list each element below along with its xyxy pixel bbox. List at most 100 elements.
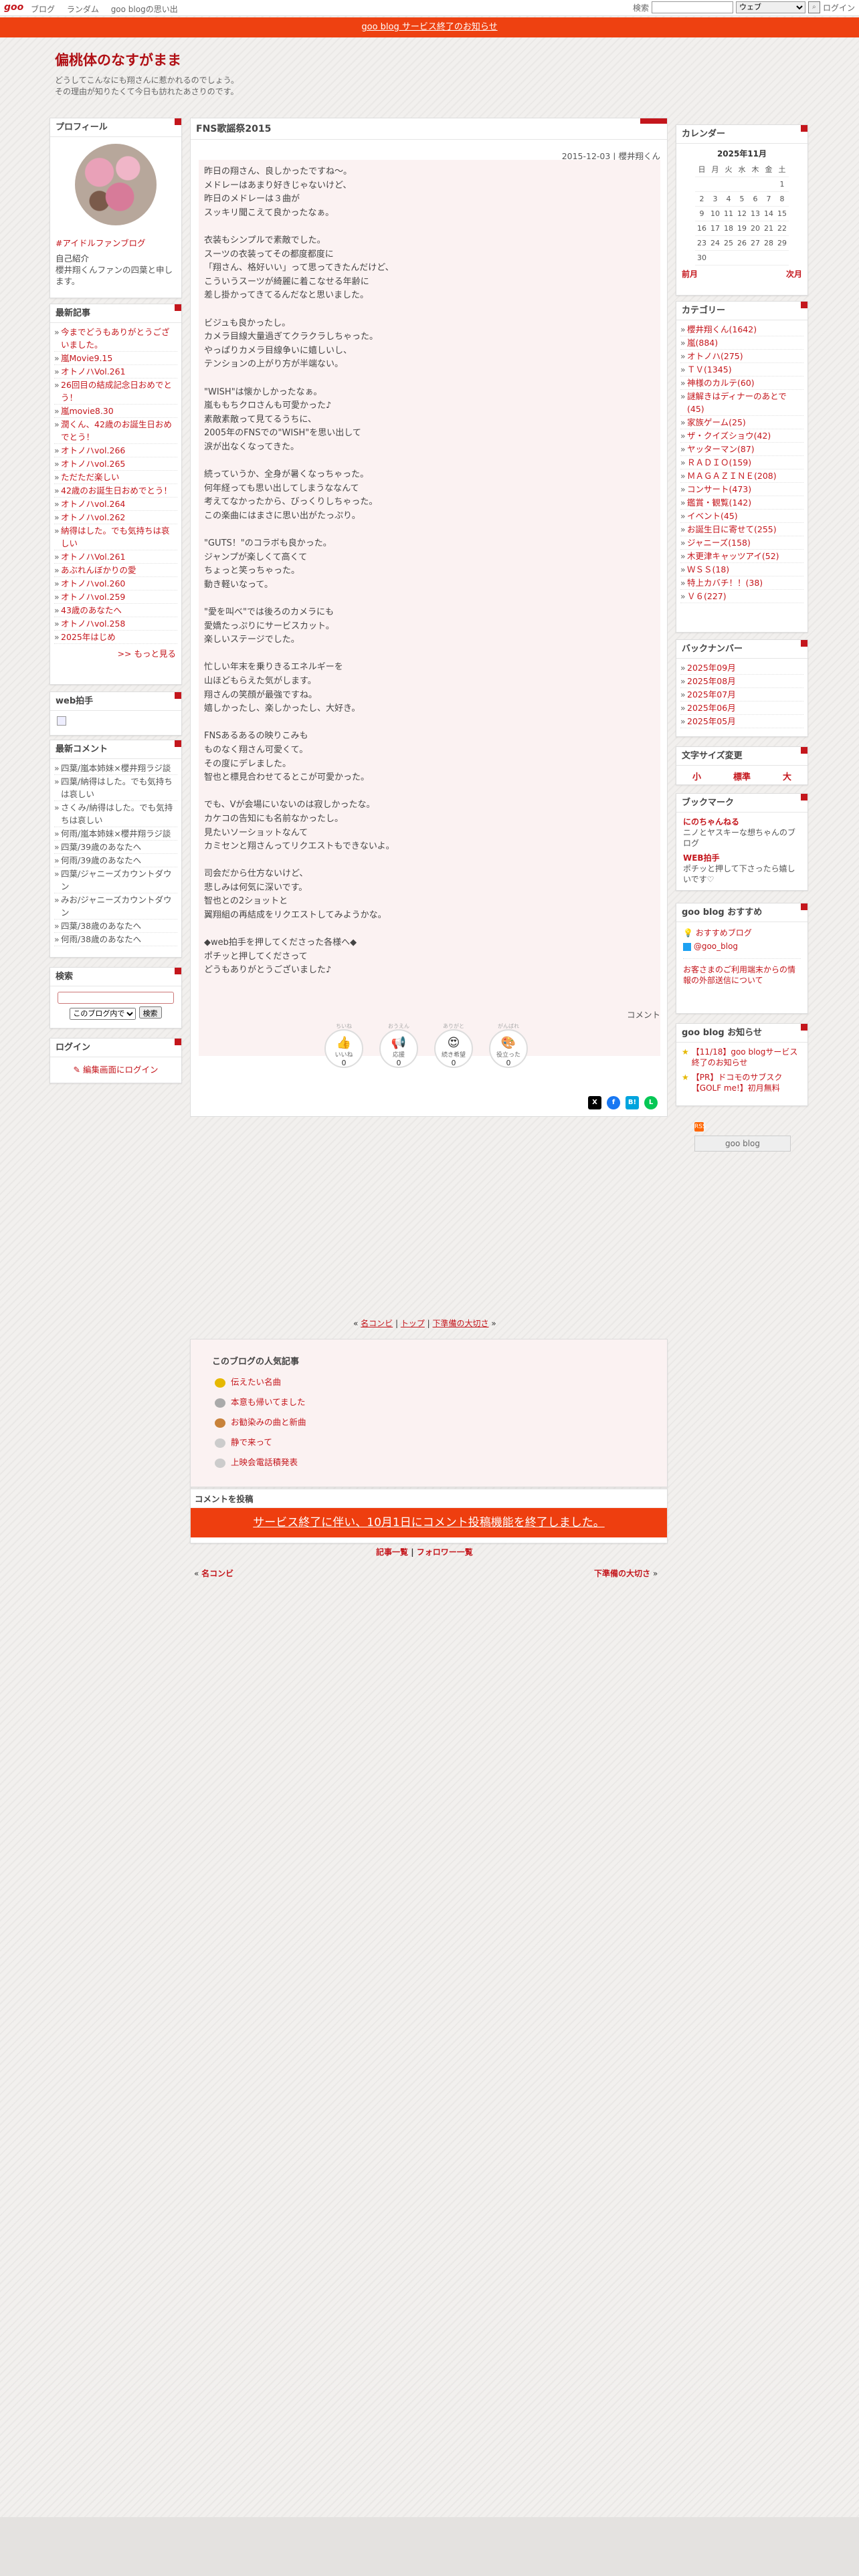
category-item[interactable]: お誕生日に寄せて(255) <box>680 523 803 536</box>
category-item[interactable]: ザ・クイズショウ(42) <box>680 429 803 443</box>
popular-post-item[interactable]: 伝えたい名曲 <box>215 1372 667 1392</box>
popular-post-link[interactable]: お勧染みの曲と新曲 <box>231 1417 306 1427</box>
reaction-button[interactable]: おうえん 📢 応援 0 <box>379 1023 418 1068</box>
prev-article-link[interactable]: 名コンビ <box>361 1319 393 1328</box>
category-item[interactable]: コンサート(473) <box>680 483 803 496</box>
recent-post-item[interactable]: 43歳のあなたへ <box>54 604 177 617</box>
font-size-small[interactable]: 小 <box>692 770 701 782</box>
webclap-image[interactable] <box>57 716 66 726</box>
follower-list-link[interactable]: フォロワー一覧 <box>417 1547 473 1557</box>
calendar-prev-month[interactable]: 前月 <box>682 268 698 280</box>
recent-post-item[interactable]: オトノハvol.264 <box>54 498 177 511</box>
blog-search-button[interactable]: 検索 <box>138 1006 162 1018</box>
blog-search-scope[interactable]: このブログ内で <box>70 1008 136 1020</box>
category-item[interactable]: 櫻井翔くん(1642) <box>680 323 803 336</box>
goo-blog-badge[interactable]: goo blog <box>694 1136 791 1152</box>
comment-item[interactable]: 四葉/納得はした。でも気持ちは哀しい <box>54 775 177 801</box>
reaction-button[interactable]: ちいね 👍 いいね 0 <box>324 1023 363 1068</box>
x-share-icon[interactable]: X <box>588 1096 601 1109</box>
recent-post-item[interactable]: オトノハvol.265 <box>54 457 177 471</box>
hatena-share-icon[interactable]: B! <box>626 1096 639 1109</box>
popular-post-link[interactable]: 伝えたい名曲 <box>231 1377 281 1387</box>
article-title[interactable]: FNS歌謡祭2015 <box>191 118 667 140</box>
backnumber-item[interactable]: 2025年08月 <box>680 675 803 688</box>
nav-random[interactable]: ランダム <box>67 5 99 14</box>
nav-blog[interactable]: ブログ <box>31 5 55 14</box>
recent-post-item[interactable]: 42歳のお誕生日おめでとう！ <box>54 484 177 498</box>
popular-post-link[interactable]: 静で来って <box>231 1437 272 1447</box>
backnumber-item[interactable]: 2025年09月 <box>680 661 803 675</box>
service-end-banner[interactable]: goo blog サービス終了のお知らせ <box>0 17 859 37</box>
category-item[interactable]: オトノハ(275) <box>680 350 803 363</box>
recent-post-item[interactable]: オトノハvol.260 <box>54 577 177 591</box>
category-item[interactable]: 鑑賞・観覧(142) <box>680 496 803 510</box>
comment-item[interactable]: 四葉/38歳のあなたへ <box>54 920 177 933</box>
reaction-button[interactable]: がんばれ 🎨 役立った 0 <box>489 1023 528 1068</box>
category-item[interactable]: ヤッターマン(87) <box>680 443 803 456</box>
comment-item[interactable]: 四葉/39歳のあなたへ <box>54 841 177 854</box>
category-item[interactable]: イベント(45) <box>680 510 803 523</box>
recent-post-item[interactable]: ただただ楽しい <box>54 471 177 484</box>
rss-icon[interactable]: RSS <box>694 1122 706 1132</box>
recent-post-item[interactable]: 嵐movie8.30 <box>54 405 177 418</box>
search-icon[interactable]: ⌕ <box>807 1 820 13</box>
popular-post-item[interactable]: 上映会電話積発表 <box>215 1453 667 1473</box>
recent-post-item[interactable]: あぶれんぼかりの愛 <box>54 564 177 577</box>
popular-post-item[interactable]: 静で来って <box>215 1432 667 1453</box>
recent-post-item[interactable]: オトノハvol.258 <box>54 617 177 631</box>
more-link[interactable]: >> もっと見る <box>50 647 181 659</box>
comment-item[interactable]: 何雨/嵐本姉妹×櫻井翔ラジ談 <box>54 827 177 841</box>
recent-post-item[interactable]: 2025年はじめ <box>54 631 177 644</box>
category-item[interactable]: 木更津キャッツアイ(52) <box>680 550 803 563</box>
category-item[interactable]: 家族ゲーム(25) <box>680 416 803 429</box>
category-item[interactable]: 嵐(884) <box>680 336 803 350</box>
backnumber-item[interactable]: 2025年05月 <box>680 715 803 728</box>
editor-login-link[interactable]: 編集画面にログイン <box>83 1065 159 1075</box>
font-size-normal[interactable]: 標準 <box>733 770 751 782</box>
reaction-button[interactable]: ありがと 😍 続き希望 0 <box>434 1023 473 1068</box>
category-item[interactable]: ＭＡＧＡＺＩＮＥ(208) <box>680 469 803 483</box>
popular-post-link[interactable]: 本意も帰いてました <box>231 1397 306 1407</box>
backnumber-item[interactable]: 2025年06月 <box>680 702 803 715</box>
external-transmission-link[interactable]: お客さまのご利用端末からの情報の外部送信について <box>683 965 795 985</box>
goo-blog-account-link[interactable]: @goo_blog <box>694 942 738 951</box>
comment-item[interactable]: 何雨/39歳のあなたへ <box>54 854 177 867</box>
category-item[interactable]: ジャニーズ(158) <box>680 536 803 550</box>
category-item[interactable]: Ｖ６(227) <box>680 590 803 603</box>
nav-memories[interactable]: goo blogの思い出 <box>111 5 178 14</box>
calendar-next-month[interactable]: 次月 <box>786 268 802 280</box>
popular-post-item[interactable]: お勧染みの曲と新曲 <box>215 1412 667 1432</box>
goo-logo[interactable]: goo <box>4 2 23 13</box>
prev-article-link-bottom[interactable]: 名コンビ <box>201 1569 233 1578</box>
global-search-input[interactable] <box>651 1 733 13</box>
article-list-link[interactable]: 記事一覧 <box>376 1547 408 1557</box>
comment-item[interactable]: 四葉/ジャニーズカウントダウン <box>54 867 177 893</box>
avatar[interactable] <box>75 144 157 225</box>
comment-item[interactable]: みお/ジャニーズカウントダウン <box>54 893 177 920</box>
recent-post-item[interactable]: オトノハVol.261 <box>54 550 177 564</box>
facebook-share-icon[interactable]: f <box>607 1096 620 1109</box>
next-article-link-bottom[interactable]: 下準備の大切さ <box>594 1569 650 1578</box>
line-share-icon[interactable]: L <box>644 1096 658 1109</box>
recent-post-item[interactable]: 嵐Movie9.15 <box>54 352 177 365</box>
top-link[interactable]: トップ <box>401 1319 425 1328</box>
login-link[interactable]: ログイン <box>823 2 855 13</box>
category-item[interactable]: ＷＳＳ(18) <box>680 563 803 576</box>
search-scope-select[interactable]: ウェブ <box>735 1 805 13</box>
recent-post-item[interactable]: オトノハVol.261 <box>54 365 177 379</box>
popular-post-item[interactable]: 本意も帰いてました <box>215 1392 667 1412</box>
category-item[interactable]: 神様のカルテ(60) <box>680 377 803 390</box>
bookmark-title-2[interactable]: WEB拍手 <box>683 853 801 863</box>
blog-title[interactable]: 偏桃体のなすがまま <box>55 49 657 70</box>
blog-search-input[interactable] <box>58 992 174 1004</box>
bookmark-title-1[interactable]: にのちゃんねる <box>683 817 739 827</box>
category-item[interactable]: 特上カバチ！！(38) <box>680 576 803 590</box>
recent-post-item[interactable]: 26回目の結成記念日おめでとう！ <box>54 379 177 405</box>
comment-link[interactable]: コメント <box>627 1008 660 1021</box>
backnumber-item[interactable]: 2025年07月 <box>680 688 803 702</box>
category-item[interactable]: ＴＶ(1345) <box>680 363 803 377</box>
recent-post-item[interactable]: 潤くん、42歳のお誕生日おめでとう！ <box>54 418 177 444</box>
popular-post-link[interactable]: 上映会電話積発表 <box>231 1457 298 1467</box>
recent-post-item[interactable]: 今までどうもありがとうございました。 <box>54 326 177 352</box>
recent-post-item[interactable]: オトノハvol.262 <box>54 511 177 524</box>
